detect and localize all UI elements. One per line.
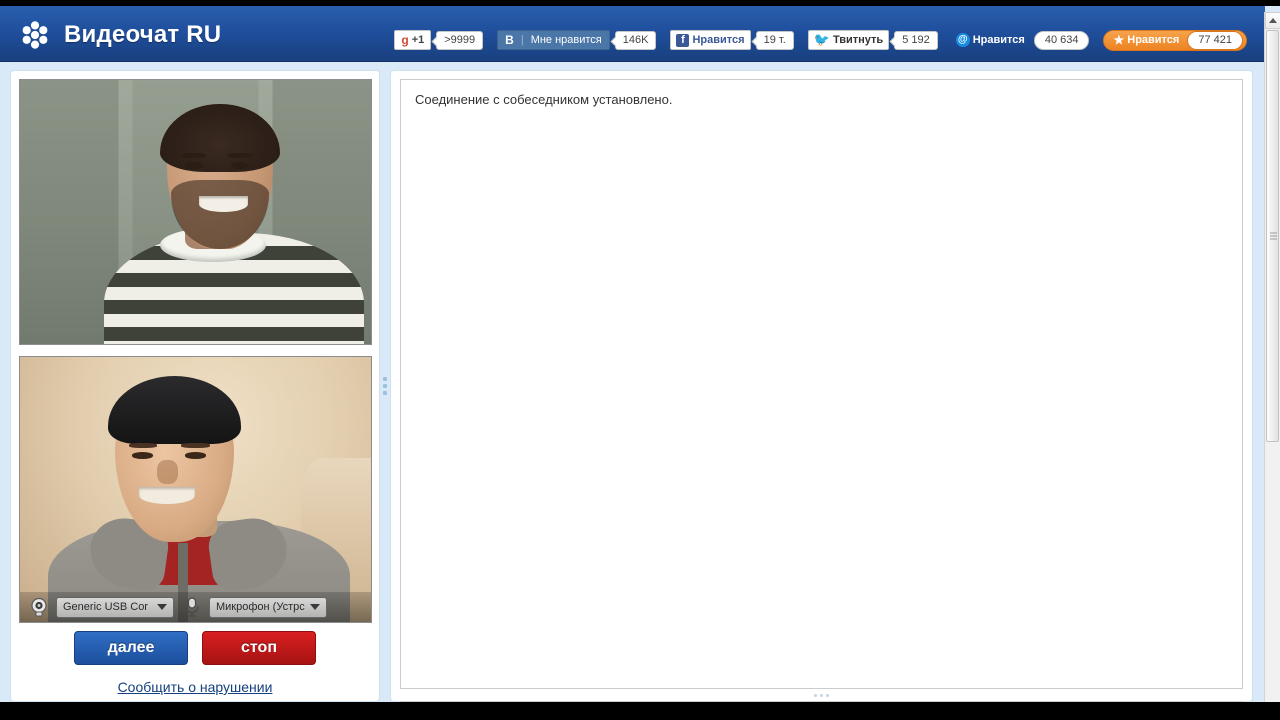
vk-separator: | bbox=[520, 34, 524, 46]
site-header: Видеочат RU g +1 >9999 В | Мне нравится … bbox=[0, 6, 1265, 62]
facebook-button[interactable]: f Нравится bbox=[670, 30, 751, 50]
mailru-at-icon: @ bbox=[955, 33, 970, 47]
next-button[interactable]: далее bbox=[74, 631, 188, 665]
camera-device-group: Generic USB Cor bbox=[28, 596, 174, 618]
brand[interactable]: Видеочат RU bbox=[18, 18, 221, 52]
vk-label: Мне нравится bbox=[530, 34, 602, 46]
facebook-label: Нравится bbox=[692, 34, 745, 46]
chat-input[interactable] bbox=[400, 701, 1243, 702]
drag-handle-dots-vertical-icon bbox=[383, 377, 387, 395]
twitter-bird-icon: 🐦 bbox=[813, 32, 830, 47]
microphone-select-value: Микрофон (Устрс bbox=[216, 601, 305, 613]
panel-splitter[interactable] bbox=[380, 70, 390, 702]
facebook-widget[interactable]: f Нравится 19 т. bbox=[670, 30, 794, 50]
google-plus-count[interactable]: >9999 bbox=[436, 30, 484, 50]
microphone-select[interactable]: Микрофон (Устрс bbox=[209, 596, 327, 618]
drag-handle-dots-icon bbox=[814, 694, 829, 697]
odnoklassniki-button[interactable]: ★ Нравится bbox=[1110, 31, 1182, 50]
webcam-icon bbox=[31, 597, 47, 617]
odnoklassniki-widget[interactable]: ★ Нравится 77 421 bbox=[1103, 29, 1247, 51]
report-abuse-link[interactable]: Сообщить о нарушении bbox=[11, 679, 379, 695]
stop-button[interactable]: стоп bbox=[202, 631, 316, 665]
vk-button[interactable]: В | Мне нравится bbox=[497, 30, 610, 50]
facebook-count[interactable]: 19 т. bbox=[755, 30, 794, 50]
chevron-down-icon bbox=[157, 604, 167, 610]
facebook-icon: f bbox=[676, 33, 690, 47]
chat-system-message: Соединение с собеседником установлено. bbox=[415, 92, 673, 107]
page-scrollbar[interactable] bbox=[1264, 12, 1280, 702]
google-plus-label: +1 bbox=[411, 34, 425, 46]
odnoklassniki-count[interactable]: 77 421 bbox=[1187, 30, 1243, 50]
twitter-button[interactable]: 🐦 Твитнуть bbox=[807, 30, 890, 50]
google-plus-button[interactable]: g +1 bbox=[394, 30, 432, 50]
chat-splitter[interactable] bbox=[400, 691, 1243, 700]
video-panel: Generic USB Cor Микрофон (Устрс далее ст… bbox=[10, 70, 380, 702]
local-video-stream[interactable]: Generic USB Cor Микрофон (Устрс bbox=[19, 356, 372, 623]
chevron-down-icon bbox=[310, 604, 320, 610]
camera-select[interactable]: Generic USB Cor bbox=[56, 596, 174, 618]
mailru-label: Нравится bbox=[972, 34, 1025, 46]
vk-icon: В bbox=[505, 33, 514, 47]
twitter-count[interactable]: 5 192 bbox=[894, 30, 938, 50]
google-plus-widget[interactable]: g +1 >9999 bbox=[394, 30, 484, 50]
scrollbar-thumb[interactable] bbox=[1266, 30, 1279, 442]
device-selector-bar: Generic USB Cor Микрофон (Устрс bbox=[20, 592, 371, 622]
social-share-bar: g +1 >9999 В | Мне нравится 146K f Нрави… bbox=[394, 29, 1247, 51]
browser-viewport: Видеочат RU g +1 >9999 В | Мне нравится … bbox=[0, 6, 1280, 702]
odnoklassniki-icon: ★ bbox=[1113, 32, 1125, 47]
chat-panel: Соединение с собеседником установлено. bbox=[390, 70, 1253, 702]
scrollbar-grip-icon bbox=[1270, 231, 1277, 242]
twitter-widget[interactable]: 🐦 Твитнуть 5 192 bbox=[807, 30, 938, 50]
mailru-count[interactable]: 40 634 bbox=[1033, 30, 1090, 50]
action-buttons: далее стоп bbox=[11, 631, 379, 665]
twitter-label: Твитнуть bbox=[832, 34, 884, 46]
scroll-up-arrow-icon[interactable] bbox=[1265, 12, 1280, 29]
flower-cluster-logo-icon bbox=[22, 21, 48, 49]
mailru-button[interactable]: @ Нравится bbox=[952, 30, 1029, 50]
local-video-frame bbox=[20, 357, 371, 622]
site-title: Видеочат RU bbox=[64, 21, 222, 48]
google-plus-icon: g bbox=[401, 33, 409, 47]
chat-log[interactable]: Соединение с собеседником установлено. bbox=[400, 79, 1243, 689]
microphone-icon bbox=[185, 597, 199, 617]
odnoklassniki-label: Нравится bbox=[1127, 33, 1180, 46]
vk-count[interactable]: 146K bbox=[614, 30, 657, 50]
mailru-widget[interactable]: @ Нравится 40 634 bbox=[952, 30, 1090, 50]
microphone-device-group: Микрофон (Устрс bbox=[181, 596, 327, 618]
vk-widget[interactable]: В | Мне нравится 146K bbox=[497, 30, 657, 50]
remote-video-frame bbox=[20, 80, 371, 344]
camera-select-value: Generic USB Cor bbox=[63, 601, 148, 613]
remote-video-stream[interactable] bbox=[19, 79, 372, 345]
